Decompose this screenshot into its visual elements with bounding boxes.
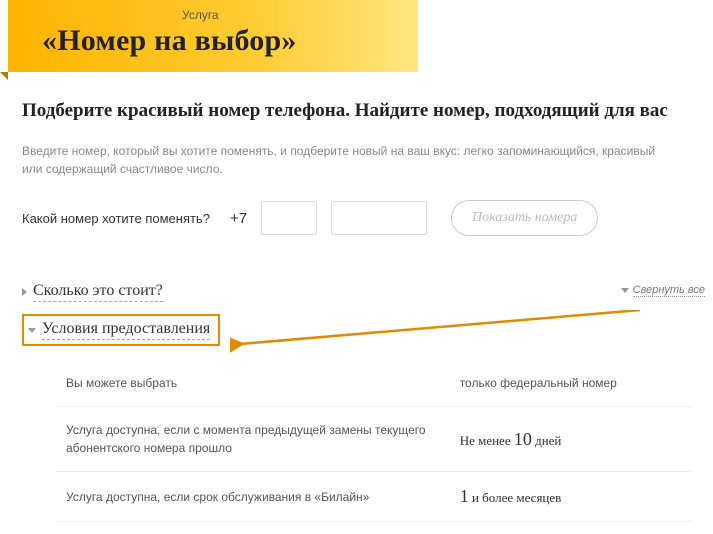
chevron-right-icon (22, 288, 27, 296)
country-prefix: +7 (230, 210, 247, 227)
phone-number-input[interactable] (331, 201, 427, 235)
page-title: «Номер на выбор» (42, 24, 396, 58)
accordion-cost-header[interactable]: Сколько это стоит? (22, 282, 163, 302)
hero-banner: Услуга «Номер на выбор» (8, 0, 418, 72)
intro-text: Введите номер, который вы хотите поменят… (22, 142, 662, 178)
change-number-row: Какой номер хотите поменять? +7 Показать… (22, 200, 691, 236)
condition-value: Не менее 10 дней (450, 407, 691, 472)
chevron-down-icon (621, 288, 629, 293)
chevron-down-icon (28, 328, 36, 333)
condition-value: только федеральный номер (450, 360, 691, 407)
table-row: Вы можете выбрать только федеральный ном… (56, 360, 691, 407)
condition-label: Услуга доступна, если с момента предыдущ… (56, 407, 450, 472)
accordion-conditions-header[interactable]: Условия предоставления (22, 314, 220, 346)
table-row: Услуга доступна, если с момента предыдущ… (56, 407, 691, 472)
condition-label: Услуга доступна, если срок обслуживания … (56, 472, 450, 522)
conditions-table: Вы можете выбрать только федеральный ном… (56, 360, 691, 522)
change-number-label: Какой номер хотите поменять? (22, 211, 210, 226)
condition-label: Вы можете выбрать (56, 360, 450, 407)
collapse-all-link[interactable]: Свернуть все (621, 284, 705, 296)
table-row: Услуга доступна, если срок обслуживания … (56, 472, 691, 522)
headline: Подберите красивый номер телефона. Найди… (22, 100, 691, 122)
show-numbers-button[interactable]: Показать номера (451, 200, 598, 236)
service-label: Услуга (182, 8, 396, 22)
area-code-input[interactable] (261, 201, 317, 235)
accordion-cost-title: Сколько это стоит? (33, 282, 163, 302)
condition-value: 1 и более месяцев (450, 472, 691, 522)
accordion-conditions-title: Условия предоставления (42, 320, 210, 340)
